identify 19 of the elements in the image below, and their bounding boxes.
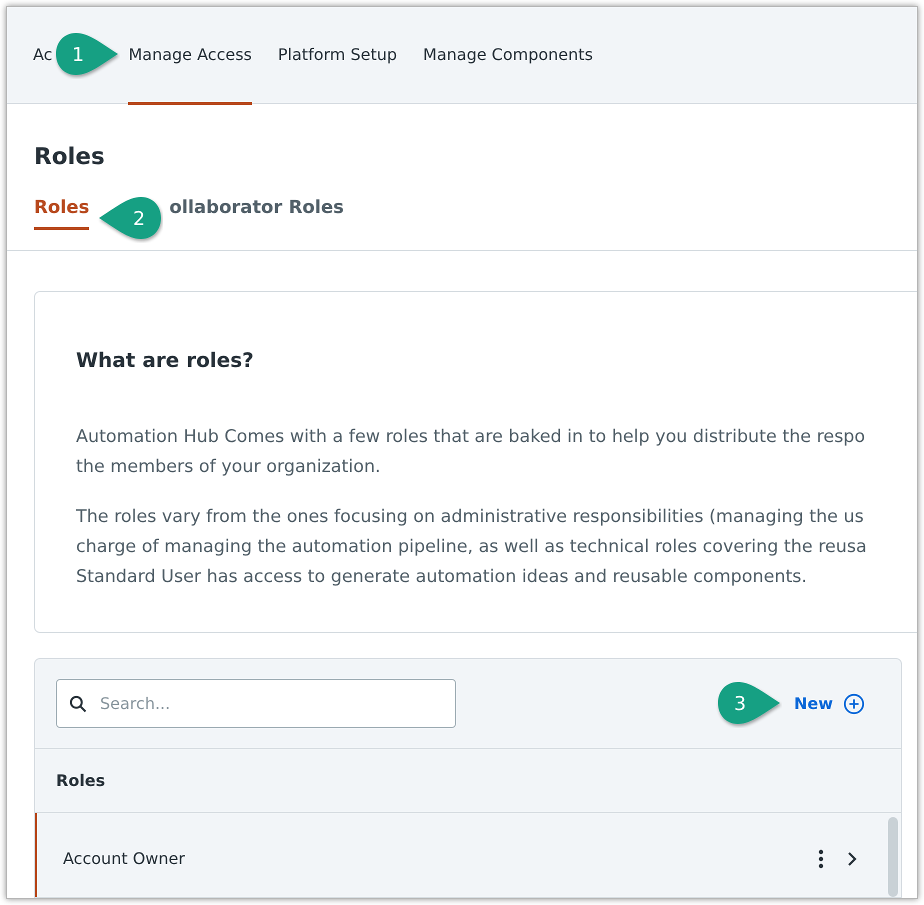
- description-paragraph: Automation Hub Comes with a few roles that are baked in to help you distribute the respo the members of your organization.: [76, 426, 866, 479]
- scrollbar[interactable]: [888, 817, 898, 897]
- column-header: Roles: [35, 749, 901, 813]
- role-name: Account Owner: [63, 849, 185, 868]
- nav-tab[interactable]: Manage Components: [423, 7, 593, 105]
- plus-circle-icon: [843, 692, 865, 714]
- nav-tab[interactable]: Platform Setup: [278, 7, 398, 105]
- nav-tab[interactable]: Ac: [33, 7, 52, 105]
- search-field[interactable]: Search...: [56, 679, 456, 728]
- chevron-right-icon[interactable]: [846, 850, 858, 868]
- card-title: What are roles?: [76, 348, 255, 372]
- search-icon: [68, 694, 88, 714]
- new-button[interactable]: New: [794, 680, 865, 728]
- kebab-menu-icon[interactable]: [818, 849, 824, 869]
- sub-tab[interactable]: Roles: [34, 188, 90, 230]
- sub-tab[interactable]: ollaborator Roles: [169, 188, 344, 230]
- page-title: Roles: [34, 144, 106, 170]
- description-paragraph: The roles vary from the ones focusing on administrative responsibilities (managing the us charge of managing the automation pipeline, as well as technical roles covering the reusa Standard User has access to generate automation ideas and reusable components.: [76, 506, 868, 589]
- nav-tab[interactable]: Manage Access: [128, 7, 252, 105]
